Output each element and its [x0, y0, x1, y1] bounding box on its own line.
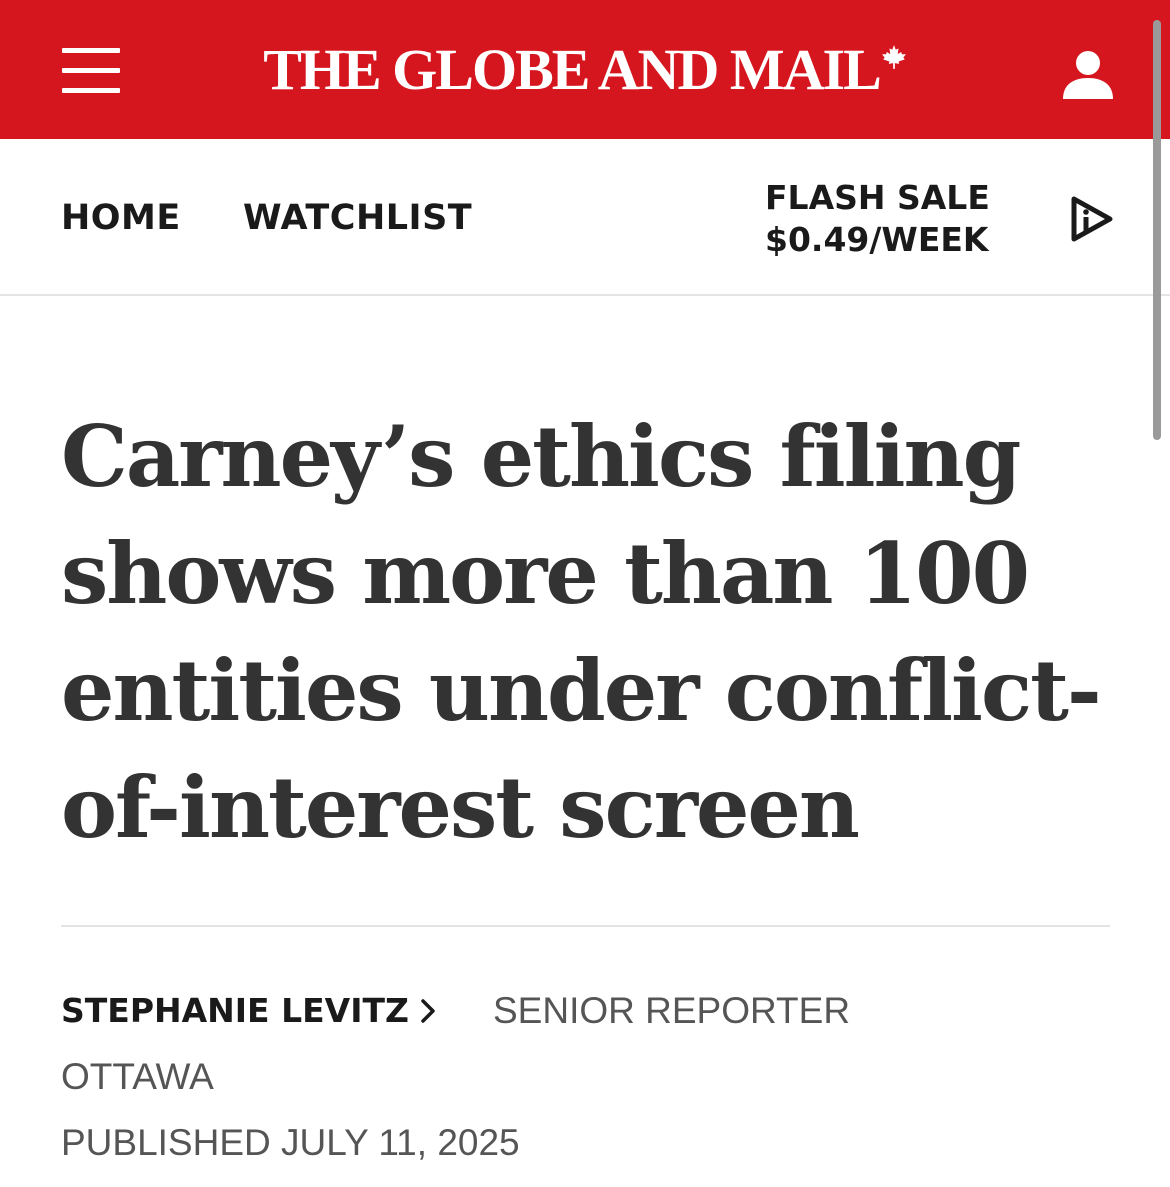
chevron-right-icon[interactable]	[415, 988, 443, 1034]
logo-text: THE GLOBE AND MAIL	[263, 37, 882, 102]
hamburger-menu-icon[interactable]	[58, 44, 124, 98]
maple-leaf-icon	[881, 45, 906, 69]
flash-sale-line2: $0.49/WEEK	[765, 220, 989, 259]
nav-home[interactable]: HOME	[61, 196, 181, 240]
scrollbar[interactable]	[1153, 20, 1161, 440]
article-headline: Carney’s ethics filing shows more than 1…	[61, 407, 1102, 857]
flash-sale-line1: FLASH SALE	[765, 178, 990, 217]
byline: STEPHANIE LEVITZ	[61, 988, 443, 1034]
author-role: SENIOR REPORTER	[493, 990, 851, 1031]
flash-sale-link[interactable]: FLASH SALE $0.49/WEEK	[765, 177, 990, 261]
dateline-location: OTTAWA	[61, 1056, 214, 1097]
published-date: PUBLISHED JULY 11, 2025	[61, 1122, 520, 1163]
play-info-icon[interactable]	[1068, 195, 1116, 243]
author-link[interactable]: STEPHANIE LEVITZ	[61, 988, 409, 1034]
page: THE GLOBE AND MAIL HOME WATCHLIST FLASH …	[0, 0, 1170, 1187]
site-logo[interactable]: THE GLOBE AND MAIL	[250, 34, 920, 106]
masthead: THE GLOBE AND MAIL	[0, 0, 1170, 139]
divider	[61, 925, 1110, 927]
user-account-icon[interactable]	[1060, 50, 1116, 100]
nav-bar: HOME WATCHLIST FLASH SALE $0.49/WEEK	[0, 139, 1170, 296]
nav-watchlist[interactable]: WATCHLIST	[243, 196, 472, 240]
